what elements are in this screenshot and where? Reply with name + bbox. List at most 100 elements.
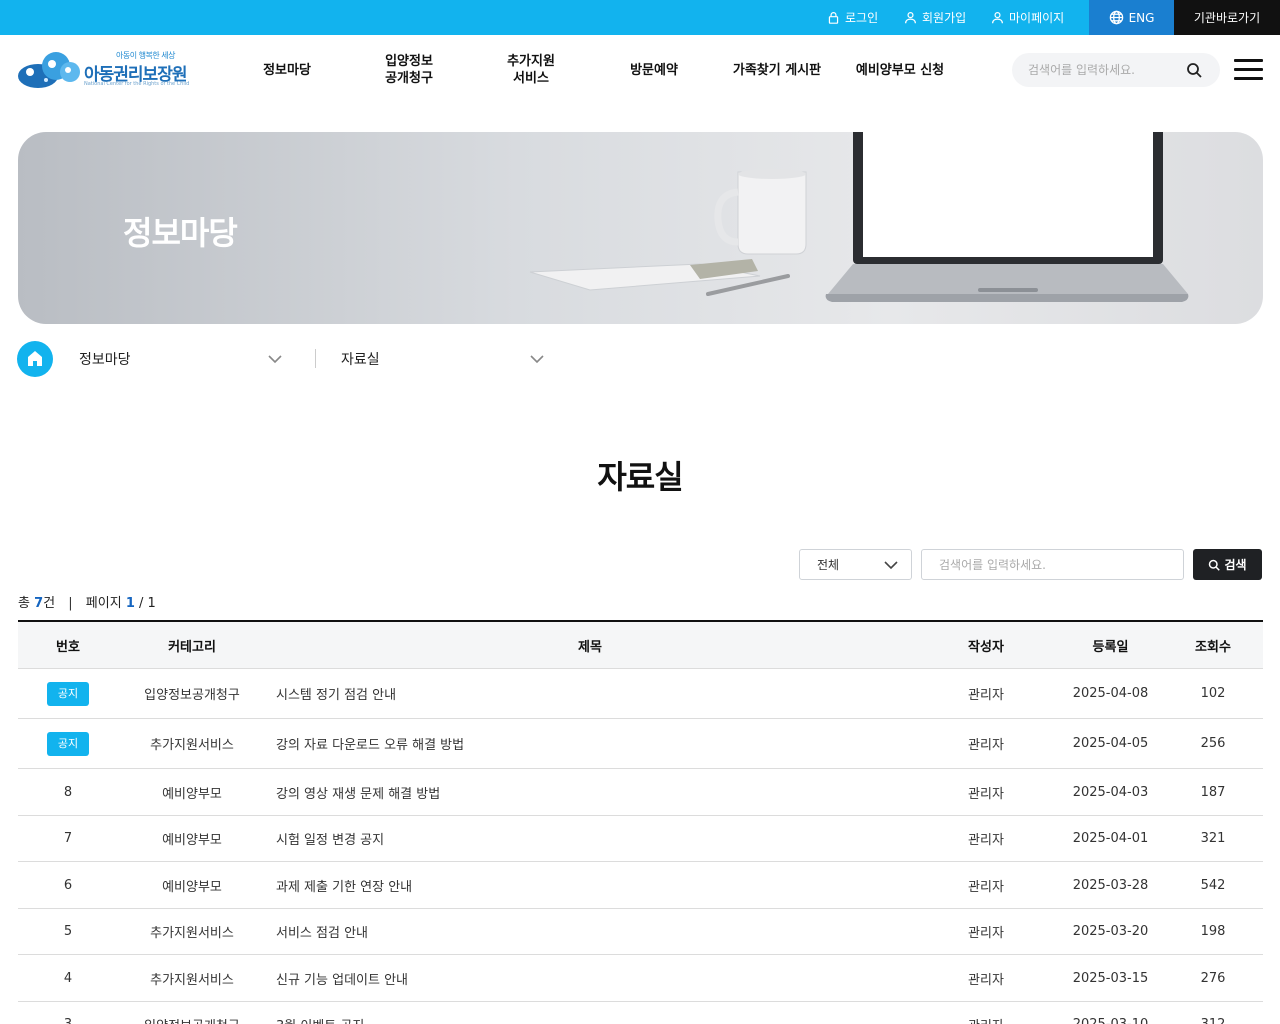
- gnb-item-info[interactable]: 정보마당: [237, 52, 337, 88]
- row-views: 102: [1200, 686, 1226, 701]
- gnb-item-visit-reservation[interactable]: 방문예약: [604, 52, 704, 88]
- gnb-label: 추가지원 서비스: [507, 54, 555, 86]
- eng-label: ENG: [1128, 10, 1155, 25]
- row-title-link[interactable]: 과제 제출 기한 연장 안내: [266, 876, 914, 895]
- table-row[interactable]: 7 예비양부모 시험 일정 변경 공지 관리자 2025-04-01 321: [18, 816, 1263, 862]
- column-header-title: 제목: [578, 639, 602, 655]
- chevron-down-icon: [268, 355, 282, 364]
- row-date: 2025-03-28: [1072, 877, 1149, 893]
- post-count-summary: 총 7건 | 페이지 1 / 1: [18, 592, 156, 611]
- gnb-item-extra-service[interactable]: 추가지원 서비스: [481, 52, 581, 88]
- login-label: 로그인: [845, 11, 879, 25]
- row-writer: 관리자: [968, 738, 1004, 753]
- gnb-label: 가족찾기 게시판: [732, 62, 822, 78]
- gnb-item-adoption-info[interactable]: 입양정보 공개청구: [359, 52, 459, 88]
- total-suffix: 건: [43, 596, 56, 611]
- page-label: 페이지: [85, 596, 122, 611]
- row-views: 256: [1200, 736, 1226, 751]
- board-table: 번호 커테고리 제목 작성자 등록일 조회수 공지 입양정보공개청구 시스템 정기 …: [18, 620, 1263, 1024]
- row-category: 입양정보공개청구: [118, 1015, 266, 1024]
- breadcrumb-level1-label: 정보마당: [79, 352, 131, 368]
- row-category: 추가지원서비스: [150, 738, 234, 753]
- notice-badge: 공지: [47, 731, 89, 756]
- header-search-input[interactable]: [1028, 61, 1178, 79]
- mypage-link[interactable]: 마이페이지: [991, 0, 1064, 35]
- top-utility-bar: 로그인 회원가입 마이페이지 ENG 기관바로가기: [0, 0, 1280, 35]
- row-writer: 관리자: [968, 786, 1004, 802]
- logo-mark-icon: [18, 52, 80, 88]
- row-number: 8: [63, 784, 73, 800]
- row-category: 예비양부모: [162, 786, 222, 802]
- page-title: 자료실: [597, 458, 683, 496]
- login-link[interactable]: 로그인: [827, 0, 878, 35]
- search-icon[interactable]: [1186, 62, 1202, 78]
- search-icon: [1209, 559, 1221, 571]
- board-search-button[interactable]: 검색: [1193, 549, 1262, 580]
- table-row[interactable]: 공지 추가지원서비스 강의 자료 다운로드 오류 해결 방법 관리자 2025-04-0…: [18, 719, 1263, 769]
- row-number: 4: [63, 970, 73, 986]
- home-button[interactable]: [17, 341, 53, 377]
- menu-hamburger-icon[interactable]: [1234, 59, 1263, 81]
- agency-shortcut-button[interactable]: 기관바로가기: [1174, 0, 1280, 35]
- row-date: 2025-03-20: [1072, 924, 1149, 939]
- row-date: 2025-04-05: [1072, 736, 1149, 751]
- row-views: 321: [1200, 831, 1226, 846]
- gnb-label: 정보마당: [263, 62, 311, 78]
- page-banner: 정보마당: [18, 132, 1263, 324]
- breadcrumb-divider: [315, 349, 316, 368]
- site-logo[interactable]: 아동이 행복한 세상 아동권리보장원 National Center for t…: [16, 48, 189, 92]
- row-title-link[interactable]: 강의 영상 재생 문제 해결 방법: [266, 783, 914, 802]
- table-body: 공지 입양정보공개청구 시스템 정기 점검 안내 관리자 2025-04-08 102 공지…: [18, 669, 1263, 1024]
- row-views: 198: [1200, 924, 1226, 939]
- table-row[interactable]: 5 추가지원서비스 서비스 점검 안내 관리자 2025-03-20 198: [18, 909, 1263, 955]
- row-title-link[interactable]: 시험 일정 변경 공지: [266, 829, 914, 848]
- row-title-link[interactable]: 서비스 점검 안내: [266, 922, 914, 941]
- gnb-item-family-search[interactable]: 가족찾기 게시판: [721, 52, 833, 88]
- breadcrumb-level2-label: 자료실: [341, 352, 380, 368]
- table-row[interactable]: 4 추가지원서비스 신규 기능 업데이트 안내 관리자 2025-03-15 276: [18, 955, 1263, 1002]
- row-writer: 관리자: [968, 926, 1004, 941]
- gnb-item-prospective-parent[interactable]: 예비양부모 신청: [844, 52, 956, 88]
- row-writer: 관리자: [968, 972, 1004, 988]
- row-number: 7: [63, 831, 73, 846]
- lock-icon: [828, 12, 839, 24]
- row-number: 6: [63, 877, 73, 893]
- row-title-link[interactable]: 강의 자료 다운로드 오류 해결 방법: [266, 734, 914, 753]
- row-views: 276: [1200, 970, 1226, 986]
- search-category-value: 전체: [817, 558, 840, 572]
- row-title-link[interactable]: 3월 이벤트 공지: [266, 1015, 914, 1024]
- mypage-label: 마이페이지: [1009, 11, 1065, 25]
- row-date: 2025-04-08: [1072, 686, 1149, 701]
- row-title-link[interactable]: 시스템 정기 점검 안내: [266, 684, 914, 703]
- row-category: 입양정보공개청구: [144, 688, 240, 703]
- gnb-label: 입양정보 공개청구: [385, 54, 433, 86]
- breadcrumb-level1-dropdown[interactable]: 정보마당: [79, 347, 284, 371]
- signup-link[interactable]: 회원가입: [904, 0, 966, 35]
- search-category-select[interactable]: 전체: [799, 549, 912, 580]
- column-header-writer: 작성자: [968, 639, 1004, 655]
- row-writer: 관리자: [968, 879, 1004, 895]
- table-row[interactable]: 3입양정보공개청구3월 이벤트 공지관리자2025-03-10312: [18, 1002, 1263, 1024]
- column-header-number: 번호: [56, 639, 80, 655]
- row-title-link[interactable]: 신규 기능 업데이트 안내: [266, 969, 914, 988]
- eng-language-button[interactable]: ENG: [1089, 0, 1174, 35]
- row-date: 2025-03-15: [1072, 970, 1149, 986]
- table-row[interactable]: 공지 입양정보공개청구 시스템 정기 점검 안내 관리자 2025-04-08 102: [18, 669, 1263, 719]
- row-views: 187: [1200, 784, 1226, 800]
- row-category: 추가지원서비스: [150, 972, 234, 988]
- gnb-label: 방문예약: [630, 62, 678, 78]
- table-row[interactable]: 8 예비양부모 강의 영상 재생 문제 해결 방법 관리자 2025-04-03 187: [18, 769, 1263, 816]
- table-row[interactable]: 6 예비양부모 과제 제출 기한 연장 안내 관리자 2025-03-28 542: [18, 862, 1263, 909]
- chevron-down-icon: [530, 355, 544, 364]
- row-category: 추가지원서비스: [150, 926, 234, 941]
- row-number: 5: [63, 924, 73, 939]
- row-category: 예비양부모: [162, 879, 222, 895]
- total-prefix: 총: [18, 596, 30, 611]
- chevron-down-icon: [884, 561, 898, 570]
- user-icon: [992, 12, 1003, 24]
- breadcrumb-level2-dropdown[interactable]: 자료실: [341, 347, 546, 371]
- banner-title: 정보마당: [123, 214, 238, 252]
- hamburger-line: [1234, 77, 1263, 80]
- board-search-input[interactable]: [921, 549, 1184, 580]
- count-separator: |: [68, 596, 73, 611]
